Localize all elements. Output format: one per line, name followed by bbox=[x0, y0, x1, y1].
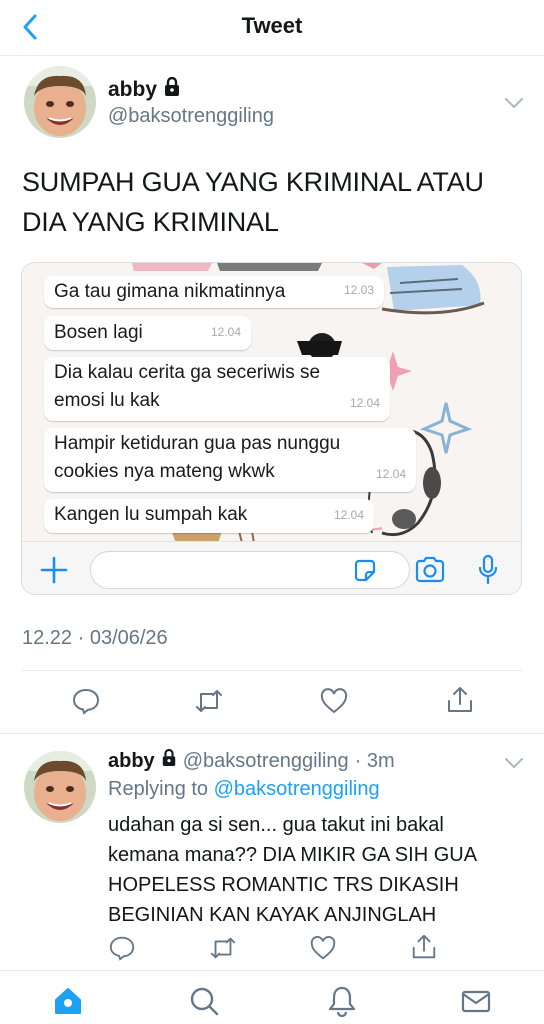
comment-icon[interactable] bbox=[108, 934, 138, 964]
reply-author-name[interactable]: abby bbox=[108, 750, 155, 773]
chat-message: Hampir ketiduran gua pas nunggu cookies … bbox=[44, 428, 416, 492]
camera-icon bbox=[414, 556, 446, 589]
tweet-image[interactable]: Ga tau gimana nikmatinnya 12.03 Bosen la… bbox=[21, 262, 522, 595]
microphone-icon bbox=[477, 554, 499, 591]
avatar[interactable] bbox=[24, 66, 96, 138]
chat-message: Kangen lu sumpah kak 12.04 bbox=[44, 499, 374, 533]
author-name[interactable]: abby bbox=[108, 76, 181, 103]
author-handle[interactable]: @baksotrenggiling bbox=[108, 105, 274, 128]
chat-composer bbox=[22, 541, 521, 594]
home-icon[interactable] bbox=[52, 985, 84, 1017]
message-text: Hampir ketiduran gua pas nunggu cookies … bbox=[54, 433, 341, 482]
reply-author-handle[interactable]: @baksotrenggiling bbox=[183, 750, 349, 773]
heart-icon[interactable] bbox=[309, 934, 339, 964]
replying-prefix: Replying to bbox=[108, 778, 214, 800]
chat-message: Bosen lagi 12.04 bbox=[44, 316, 251, 350]
tweet-timestamp: 12.22 · 03/06/26 bbox=[22, 627, 168, 649]
sticker-icon bbox=[352, 558, 378, 589]
lock-icon bbox=[161, 748, 177, 773]
message-time: 12.04 bbox=[333, 508, 364, 522]
plus-icon bbox=[40, 556, 68, 589]
reply-avatar[interactable] bbox=[24, 751, 96, 823]
message-text: Bosen lagi bbox=[54, 322, 143, 343]
share-icon[interactable] bbox=[410, 933, 440, 963]
reply-header: abby @baksotrenggiling · 3m bbox=[108, 748, 395, 773]
replying-to: Replying to @baksotrenggiling bbox=[108, 778, 380, 801]
chat-message: Dia kalau cerita ga seceriwis se emosi l… bbox=[44, 357, 390, 421]
heart-icon[interactable] bbox=[319, 686, 349, 716]
top-bar: Tweet bbox=[0, 0, 544, 56]
message-time: 12.03 bbox=[343, 283, 374, 297]
share-icon[interactable] bbox=[445, 685, 475, 715]
bell-icon[interactable] bbox=[326, 985, 358, 1018]
replying-to-link[interactable]: @baksotrenggiling bbox=[214, 778, 380, 800]
message-time: 12.04 bbox=[375, 467, 406, 481]
message-time: 12.04 bbox=[349, 396, 380, 410]
retweet-icon[interactable] bbox=[194, 686, 224, 716]
author-name-text: abby bbox=[108, 78, 158, 101]
comment-icon[interactable] bbox=[71, 686, 101, 716]
bottom-tab-bar bbox=[0, 970, 544, 1024]
chevron-down-icon[interactable] bbox=[503, 96, 525, 110]
message-text: Dia kalau cerita ga seceriwis se emosi l… bbox=[54, 362, 321, 411]
message-text: Kangen lu sumpah kak bbox=[54, 504, 248, 525]
divider bbox=[0, 733, 544, 734]
chat-message: Ga tau gimana nikmatinnya 12.03 bbox=[44, 276, 384, 308]
reply-text: udahan ga si sen... gua takut ini bakal … bbox=[108, 814, 476, 926]
mail-icon[interactable] bbox=[460, 985, 492, 1017]
lock-icon bbox=[163, 76, 181, 103]
retweet-icon[interactable] bbox=[209, 934, 239, 964]
message-time: 12.04 bbox=[210, 325, 241, 339]
search-icon[interactable] bbox=[188, 985, 220, 1017]
message-text: Ga tau gimana nikmatinnya bbox=[54, 281, 286, 302]
divider bbox=[22, 670, 522, 671]
chevron-down-icon[interactable] bbox=[503, 756, 525, 770]
tweet-text: SUMPAH GUA YANG KRIMINAL ATAU DIA YANG K… bbox=[22, 167, 484, 237]
page-title: Tweet bbox=[241, 13, 303, 38]
reply-age: · 3m bbox=[354, 749, 395, 772]
